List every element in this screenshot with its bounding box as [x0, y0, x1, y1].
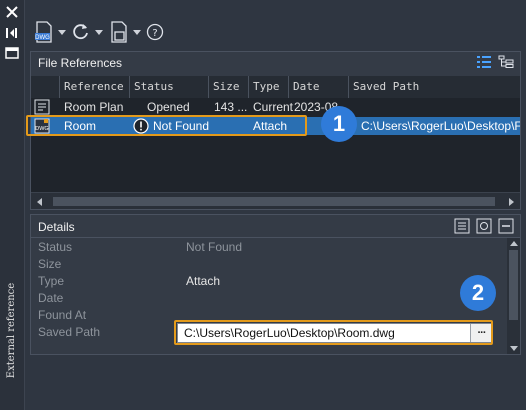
detail-label: Saved Path [38, 325, 101, 339]
detail-label: Date [38, 291, 64, 305]
detail-label: Found At [38, 308, 87, 322]
help-icon: ? [146, 23, 164, 41]
grid-header: Reference N Status Size Type Date Saved … [31, 76, 520, 98]
close-icon[interactable] [2, 3, 22, 21]
properties-menu-icon[interactable] [2, 44, 22, 62]
collapse-icon[interactable] [498, 218, 514, 234]
palette-title-bar: External reference [0, 0, 25, 410]
external-references-palette: DWG ? File References Reference Status S… [25, 0, 526, 410]
reference-name: Room Plan [64, 100, 124, 114]
detail-row-status: Status Not Found [31, 239, 506, 256]
scroll-up-icon[interactable] [510, 241, 518, 246]
scroll-left-icon[interactable] [37, 198, 42, 206]
detail-row-date: Date [31, 290, 506, 307]
change-path-button[interactable] [109, 18, 141, 46]
table-row-selected[interactable]: DWG Room Not Found Attach C:\Users\Roger… [31, 117, 520, 135]
refresh-icon [73, 24, 88, 40]
chevron-down-icon[interactable] [95, 30, 103, 35]
warning-icon [133, 118, 149, 136]
details-title: Details [38, 220, 75, 234]
detail-row-type: Type Attach [31, 273, 506, 290]
vertical-scrollbar[interactable] [507, 238, 520, 354]
scrollbar-thumb[interactable] [509, 250, 518, 320]
file-references-title: File References [38, 56, 123, 70]
change-path-icon [111, 21, 127, 43]
detail-label: Status [38, 240, 73, 254]
saved-path-input[interactable] [178, 324, 470, 342]
detail-label: Type [38, 274, 65, 288]
reference-type: Attach [253, 119, 288, 133]
toolbar: DWG ? [25, 0, 526, 48]
preview-icon[interactable] [476, 218, 492, 234]
list-view-icon[interactable] [476, 55, 492, 69]
svg-text:DWG: DWG [35, 35, 50, 41]
column-header-status[interactable]: Status [129, 76, 208, 98]
palette-vertical-title: External reference [6, 282, 18, 378]
detail-label: Size [38, 257, 62, 271]
file-references-section: File References Reference N Status Size … [30, 51, 521, 210]
horizontal-scrollbar[interactable] [31, 192, 520, 209]
ellipsis-icon: ··· [477, 327, 487, 339]
reference-saved-path: C:\Users\RogerLuo\Desktop\F [361, 119, 520, 133]
callout-badge: 2 [460, 275, 496, 311]
scroll-right-icon[interactable] [509, 198, 514, 206]
details-view-icon[interactable] [454, 218, 470, 234]
column-header-reference-name[interactable]: Reference N [59, 76, 129, 98]
column-header-size[interactable]: Size [208, 76, 248, 98]
scroll-down-icon[interactable] [510, 346, 518, 351]
reference-type: Current [253, 100, 294, 114]
chevron-down-icon[interactable] [133, 30, 141, 35]
svg-text:DWG: DWG [35, 126, 48, 132]
dwg-file-icon: DWG [34, 118, 50, 136]
detail-row-found-at: Found At [31, 307, 506, 324]
details-section: Details Status Not Found Size Type Attac… [30, 214, 521, 355]
scrollbar-thumb[interactable] [53, 197, 495, 206]
attach-dwg-icon: DWG [35, 21, 52, 43]
reference-size: 143 ... [214, 100, 248, 114]
detail-value: Not Found [186, 240, 243, 254]
svg-text:?: ? [152, 28, 157, 39]
reference-name: Room [64, 119, 97, 133]
column-header-date[interactable]: Date [288, 76, 348, 98]
attach-dwg-button[interactable]: DWG [34, 18, 66, 46]
column-header-saved-path[interactable]: Saved Path [348, 76, 520, 98]
chevron-down-icon[interactable] [58, 30, 66, 35]
callout-badge: 1 [321, 106, 357, 142]
detail-row-size: Size [31, 256, 506, 273]
reference-status: Not Found [153, 119, 210, 133]
dwg-master-icon [34, 99, 50, 117]
detail-value[interactable]: Attach [186, 273, 220, 290]
column-header-type[interactable]: Type [248, 76, 288, 98]
help-button[interactable]: ? [146, 18, 164, 46]
browse-button[interactable]: ··· [470, 324, 492, 342]
refresh-button[interactable] [71, 18, 103, 46]
tree-view-icon[interactable] [498, 55, 514, 69]
reference-status: Opened [147, 100, 190, 114]
saved-path-field[interactable]: ··· [177, 323, 493, 343]
auto-hide-icon[interactable] [2, 24, 22, 42]
file-references-grid: Reference N Status Size Type Date Saved … [31, 76, 520, 192]
table-row[interactable]: Room Plan Opened 143 ... Current 2023-08 [31, 98, 520, 116]
